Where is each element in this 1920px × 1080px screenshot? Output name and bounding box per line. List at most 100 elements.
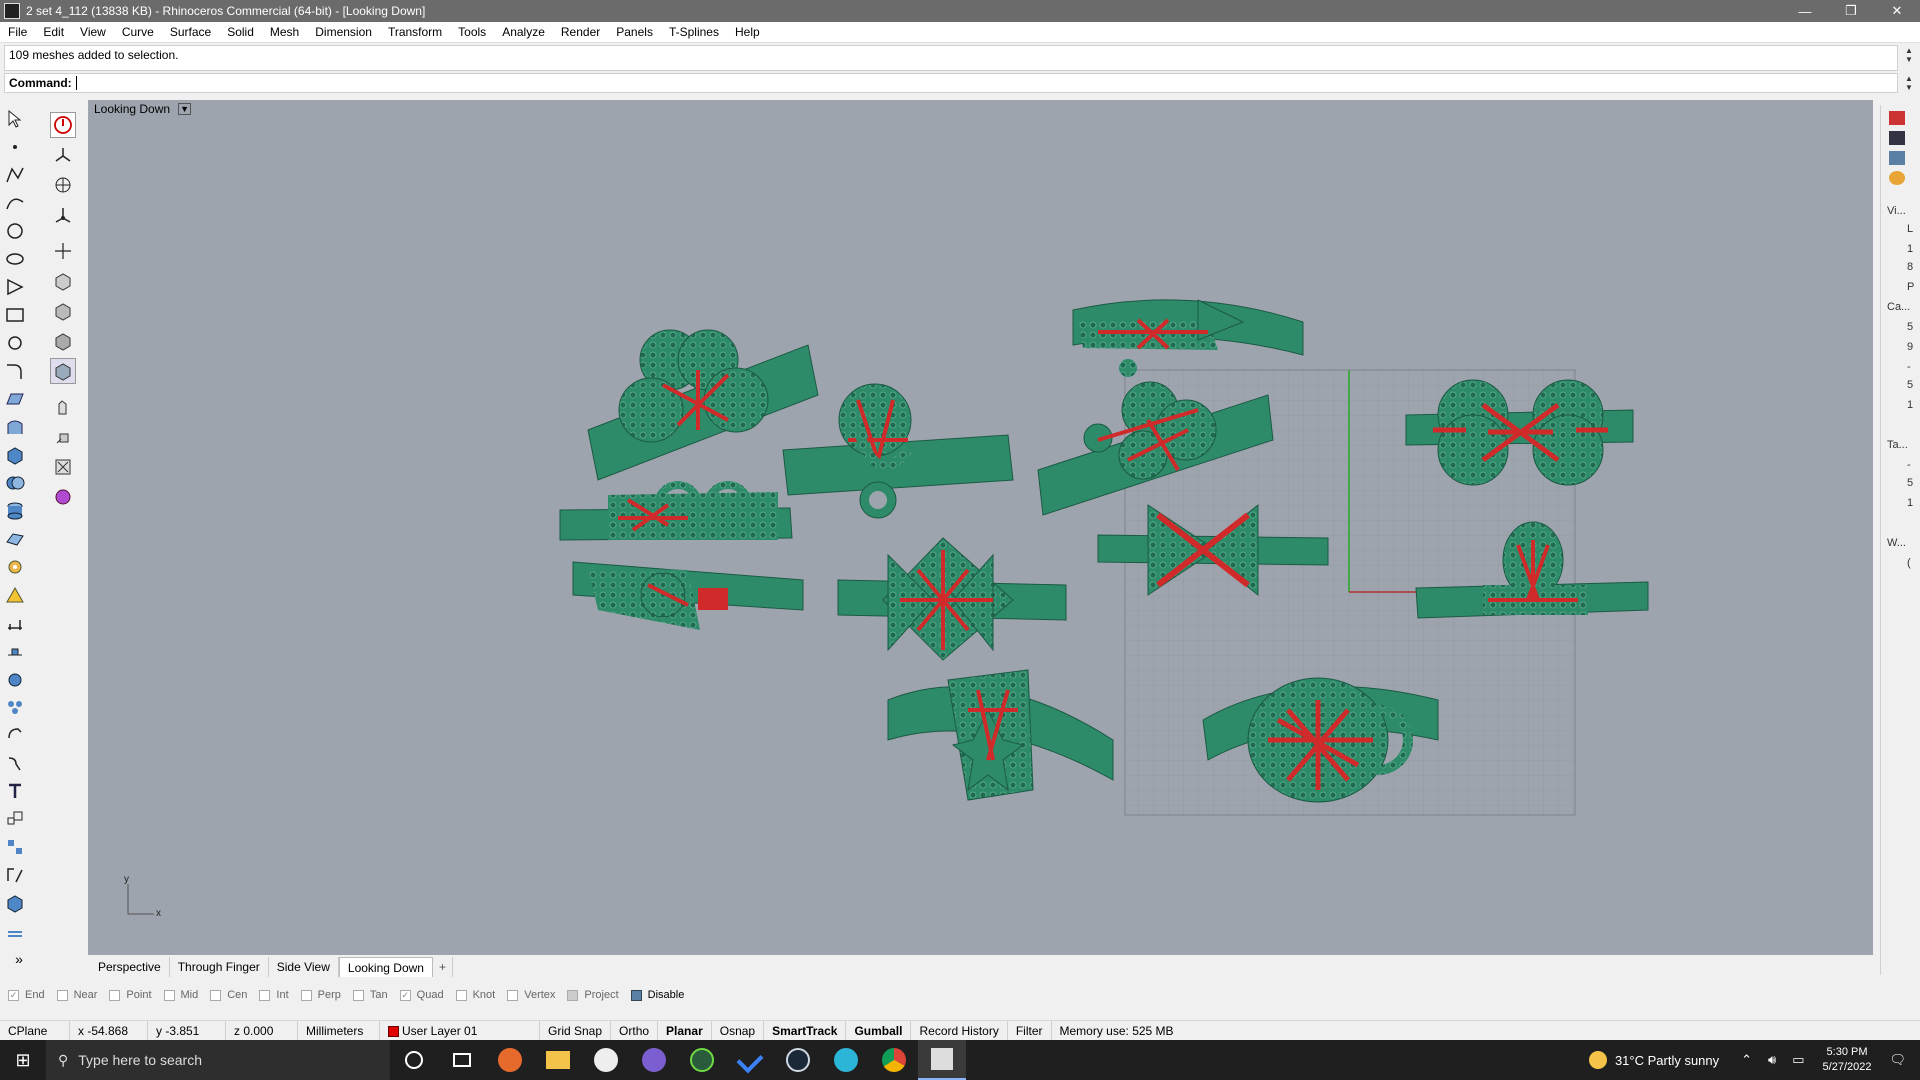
polyline-icon[interactable] xyxy=(2,162,28,188)
menu-tsplines[interactable]: T-Splines xyxy=(661,22,727,43)
clock[interactable]: 5:30 PM 5/27/2022 xyxy=(1823,1045,1872,1075)
select-icon[interactable] xyxy=(2,106,28,132)
menu-help[interactable]: Help xyxy=(727,22,768,43)
status-gumball[interactable]: Gumball xyxy=(846,1020,912,1041)
file-explorer-icon[interactable] xyxy=(534,1040,582,1080)
ring-model-2[interactable] xyxy=(782,383,1014,519)
surface-icon[interactable] xyxy=(2,386,28,412)
app-icon-blue[interactable] xyxy=(822,1040,870,1080)
chrome-icon[interactable] xyxy=(870,1040,918,1080)
curve-icon[interactable] xyxy=(2,190,28,216)
more-tools-icon[interactable]: » xyxy=(6,946,32,972)
menu-file[interactable]: File xyxy=(0,22,35,43)
top-view-icon[interactable] xyxy=(50,268,76,294)
ring-model-7[interactable] xyxy=(572,561,804,630)
box-icon[interactable] xyxy=(2,442,28,468)
tab-side-view[interactable]: Side View xyxy=(269,957,339,977)
status-record-history[interactable]: Record History xyxy=(911,1020,1008,1041)
scroll-down-icon[interactable]: ▼ xyxy=(1905,55,1913,64)
scroll-down-icon[interactable]: ▼ xyxy=(1905,83,1913,92)
menu-solid[interactable]: Solid xyxy=(219,22,262,43)
checkbox-icon[interactable] xyxy=(630,989,642,1001)
display-icon[interactable] xyxy=(1889,131,1905,145)
ellipse-icon[interactable] xyxy=(2,330,28,356)
scroll-up-icon[interactable]: ▲ xyxy=(1905,46,1913,55)
render-icon[interactable] xyxy=(2,582,28,608)
osnap-end[interactable]: ✓ End xyxy=(8,989,45,1001)
history-scroll[interactable]: ▲ ▼ xyxy=(1902,46,1916,64)
status-osnap[interactable]: Osnap xyxy=(712,1020,765,1041)
menu-surface[interactable]: Surface xyxy=(162,22,219,43)
weather-widget[interactable]: 31°C Partly sunny xyxy=(1588,1051,1719,1069)
osnap-mid[interactable]: Mid xyxy=(163,989,198,1001)
checkbox-icon[interactable] xyxy=(507,989,519,1001)
viewport-looking-down[interactable]: Looking Down ▼ y x xyxy=(88,100,1873,955)
restore-button[interactable]: ❐ xyxy=(1828,0,1874,22)
osnap-vertex[interactable]: Vertex xyxy=(507,989,555,1001)
taskbar-search[interactable]: ⚲ Type here to search xyxy=(46,1040,390,1080)
boolean-icon[interactable] xyxy=(2,470,28,496)
osnap-perp[interactable]: Perp xyxy=(300,989,341,1001)
add-viewport-tab-icon[interactable]: + xyxy=(433,957,453,977)
scale-icon[interactable] xyxy=(2,806,28,832)
cortana-icon[interactable] xyxy=(390,1040,438,1080)
checkbox-icon[interactable] xyxy=(163,989,175,1001)
circle-icon[interactable] xyxy=(2,218,28,244)
command-input[interactable] xyxy=(75,76,1893,90)
ring-model-11[interactable] xyxy=(887,669,1114,801)
task-view-icon[interactable] xyxy=(438,1040,486,1080)
fillet-icon[interactable] xyxy=(2,358,28,384)
front-view-icon[interactable] xyxy=(50,298,76,324)
tab-looking-down[interactable]: Looking Down xyxy=(338,957,433,977)
perspective-view-icon[interactable] xyxy=(50,358,76,384)
menu-mesh[interactable]: Mesh xyxy=(262,22,307,43)
lock-icon[interactable] xyxy=(2,666,28,692)
globe-icon[interactable] xyxy=(50,172,76,198)
solid-edit-icon[interactable] xyxy=(2,890,28,916)
menu-dimension[interactable]: Dimension xyxy=(307,22,380,43)
right-view-icon[interactable] xyxy=(50,328,76,354)
viber-icon[interactable] xyxy=(630,1040,678,1080)
zoom-icon[interactable] xyxy=(50,424,76,450)
menu-render[interactable]: Render xyxy=(553,22,608,43)
osnap-quad[interactable]: ✓ Quad xyxy=(399,989,444,1001)
help-icon[interactable] xyxy=(1889,151,1905,165)
status-ortho[interactable]: Ortho xyxy=(611,1020,659,1041)
scene-canvas[interactable] xyxy=(88,100,1873,955)
checkbox-icon[interactable] xyxy=(300,989,312,1001)
move-icon[interactable] xyxy=(2,750,28,776)
rhino-taskbar-icon[interactable] xyxy=(918,1040,966,1080)
osnap-cen[interactable]: Cen xyxy=(210,989,247,1001)
command-scroll[interactable]: ▲ ▼ xyxy=(1902,74,1916,92)
todo-icon[interactable] xyxy=(726,1040,774,1080)
status-grid-snap[interactable]: Grid Snap xyxy=(540,1020,612,1041)
menu-curve[interactable]: Curve xyxy=(114,22,162,43)
text-icon[interactable] xyxy=(2,778,28,804)
osnap-disable[interactable]: Disable xyxy=(630,989,684,1001)
status-smarttrack[interactable]: SmartTrack xyxy=(764,1020,847,1041)
rectangle-icon[interactable] xyxy=(2,302,28,328)
osnap-int[interactable]: Int xyxy=(259,989,289,1001)
array-icon[interactable] xyxy=(2,694,28,720)
network-icon[interactable]: ▭ xyxy=(1792,1052,1804,1068)
gumball-icon[interactable] xyxy=(50,202,76,228)
menu-analyze[interactable]: Analyze xyxy=(494,22,553,43)
osnap-toggle-icon[interactable] xyxy=(50,112,76,138)
osnap-tan[interactable]: Tan xyxy=(352,989,388,1001)
mesh-icon[interactable] xyxy=(2,526,28,552)
menu-transform[interactable]: Transform xyxy=(380,22,450,43)
menu-tools[interactable]: Tools xyxy=(450,22,494,43)
app-icon-camera[interactable] xyxy=(582,1040,630,1080)
zoom-extents-icon[interactable] xyxy=(50,454,76,480)
status-layer[interactable]: User Layer 01 xyxy=(380,1020,540,1041)
ring-model-3[interactable] xyxy=(1072,299,1304,377)
arc-icon[interactable] xyxy=(2,246,28,272)
checkbox-icon[interactable]: ✓ xyxy=(8,989,19,1001)
windows-start-icon[interactable]: ⊞ xyxy=(0,1040,46,1080)
polygon-icon[interactable] xyxy=(2,274,28,300)
gear-icon[interactable] xyxy=(2,554,28,580)
rotate-icon[interactable] xyxy=(2,722,28,748)
group-icon[interactable] xyxy=(2,834,28,860)
tab-through-finger[interactable]: Through Finger xyxy=(170,957,269,977)
steam-icon[interactable] xyxy=(774,1040,822,1080)
